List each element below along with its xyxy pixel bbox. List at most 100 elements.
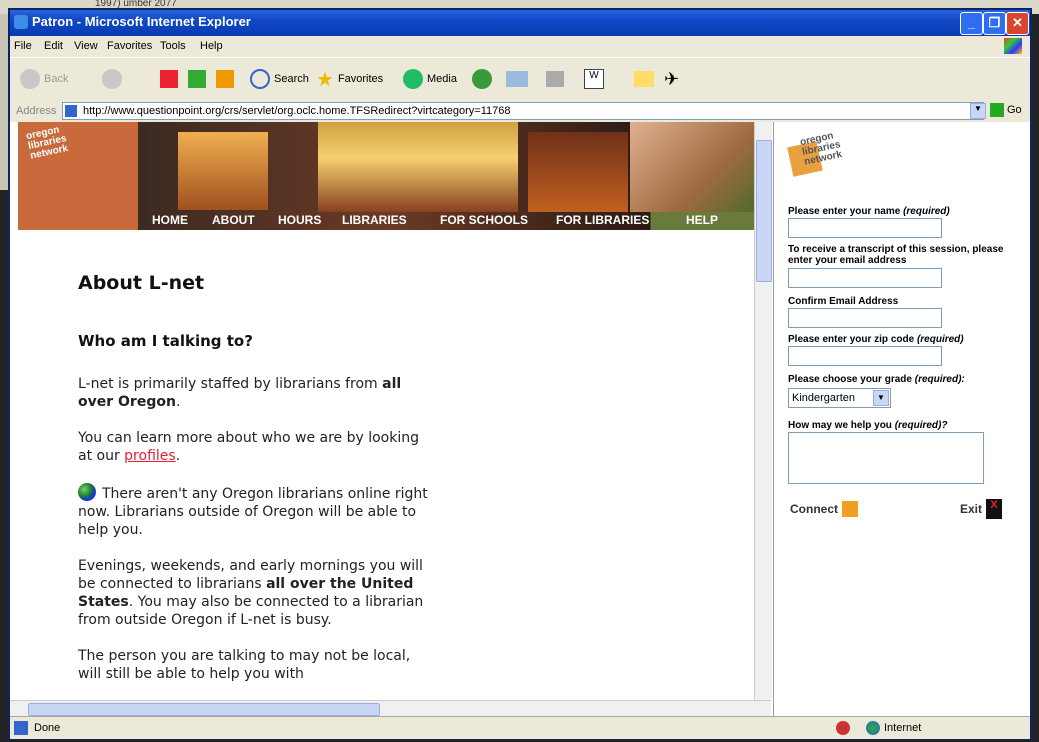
connect-arrow-icon	[842, 501, 858, 517]
profiles-link[interactable]: profiles	[124, 448, 176, 464]
mail-button[interactable]	[506, 68, 528, 90]
stop-icon	[160, 70, 178, 88]
nav-for-schools[interactable]: FOR SCHOOLS	[440, 213, 528, 227]
printer-icon	[546, 71, 564, 87]
banner-image-person	[630, 122, 762, 212]
exit-button[interactable]: Exit X	[960, 498, 1003, 520]
name-label-text: Please enter your name	[788, 206, 901, 217]
nav-about[interactable]: ABOUT	[212, 213, 255, 227]
help-label: How may we help you (required)?	[788, 420, 947, 431]
history-button[interactable]	[472, 68, 492, 90]
page-title: About L-net	[78, 272, 205, 294]
back-arrow-icon	[20, 69, 40, 89]
status-bar: Done Internet	[10, 716, 1030, 739]
search-label: Search	[274, 73, 309, 85]
address-dropdown-button[interactable]: ▼	[970, 103, 986, 119]
paragraph-profiles: You can learn more about who we are by l…	[78, 429, 428, 465]
connect-label: Connect	[790, 502, 838, 516]
grade-select-value: Kindergarten	[792, 392, 855, 404]
chat-form-panel: oregon libraries network Please enter yo…	[773, 122, 1030, 716]
window-title: Patron - Microsoft Internet Explorer	[32, 14, 251, 29]
p1-end: .	[175, 394, 181, 410]
go-button[interactable]: Go	[990, 103, 1022, 117]
search-icon	[250, 69, 270, 89]
name-label: Please enter your name (required)	[788, 206, 950, 217]
address-label: Address	[16, 105, 57, 117]
close-button[interactable]: ✕	[1006, 12, 1029, 35]
name-field[interactable]	[788, 218, 942, 238]
zip-field[interactable]	[788, 346, 942, 366]
messenger-icon: ✈	[664, 68, 680, 89]
back-button[interactable]: Back	[20, 68, 68, 90]
olib-logo: oregon libraries network	[784, 128, 844, 180]
help-textarea[interactable]	[788, 432, 984, 484]
favorites-button[interactable]: ★ Favorites	[316, 68, 384, 91]
email-field[interactable]	[788, 268, 942, 288]
p2-end: .	[175, 448, 181, 464]
home-button[interactable]	[216, 68, 234, 90]
connect-button[interactable]: Connect	[790, 498, 858, 520]
menu-view[interactable]: View	[74, 40, 98, 52]
edit-button[interactable]: W	[584, 68, 604, 90]
exit-label: Exit	[960, 502, 983, 516]
maximize-button[interactable]: ❐	[983, 12, 1006, 35]
help-label-text: How may we help you	[788, 420, 892, 431]
refresh-button[interactable]	[188, 68, 206, 90]
address-input[interactable]: http://www.questionpoint.org/crs/servlet…	[62, 102, 984, 120]
exit-x-icon: X	[986, 499, 1003, 519]
menu-favorites[interactable]: Favorites	[107, 40, 152, 52]
history-icon	[472, 69, 492, 89]
banner-image-library	[318, 122, 518, 212]
browser-content: oregon libraries network HOME ABOUT HOUR…	[10, 122, 1030, 716]
status-text: Done	[34, 722, 61, 734]
grade-required: (required):	[914, 374, 965, 385]
home-icon	[216, 70, 234, 88]
site-nav: HOME ABOUT HOURS LIBRARIES FOR SCHOOLS F…	[142, 210, 762, 230]
site-banner: oregon libraries network HOME ABOUT HOUR…	[18, 122, 762, 230]
address-url: http://www.questionpoint.org/crs/servlet…	[83, 105, 511, 117]
favorites-label: Favorites	[337, 73, 384, 85]
ie-logo-icon	[14, 15, 28, 29]
minimize-button[interactable]: _	[960, 12, 983, 35]
menu-help[interactable]: Help	[200, 40, 223, 52]
word-icon: W	[584, 69, 604, 89]
horizontal-scrollbar[interactable]	[10, 700, 771, 716]
nav-hours[interactable]: HOURS	[278, 213, 321, 227]
p5-text: The person you are talking to may not be…	[78, 648, 411, 682]
print-button[interactable]	[546, 68, 564, 90]
name-required: (required)	[903, 206, 950, 217]
menu-edit[interactable]: Edit	[44, 40, 63, 52]
mail-icon	[506, 71, 528, 87]
chevron-down-icon: ▼	[873, 390, 889, 406]
nav-home[interactable]: HOME	[152, 213, 188, 227]
media-button[interactable]: Media	[403, 68, 457, 90]
menu-file[interactable]: File	[14, 40, 32, 52]
menu-tools[interactable]: Tools	[160, 40, 186, 52]
p3-text: There aren't any Oregon librarians onlin…	[78, 486, 428, 538]
stop-button[interactable]	[160, 68, 178, 90]
banner-logo[interactable]: oregon libraries network	[25, 124, 69, 161]
main-frame: oregon libraries network HOME ABOUT HOUR…	[18, 122, 762, 716]
internet-zone-icon	[866, 721, 880, 735]
confirm-email-field[interactable]	[788, 308, 942, 328]
horizontal-scroll-thumb[interactable]	[28, 703, 380, 716]
page-icon	[65, 105, 77, 117]
search-button[interactable]: Search	[250, 68, 309, 90]
forward-arrow-icon	[102, 69, 122, 89]
folder-button[interactable]	[634, 68, 654, 90]
vertical-scroll-thumb[interactable]	[756, 140, 772, 282]
paragraph-staff: L-net is primarily staffed by librarians…	[78, 375, 428, 411]
go-label: Go	[1007, 104, 1022, 116]
forward-button[interactable]	[102, 68, 122, 90]
security-icon	[836, 721, 850, 735]
zip-label-text: Please enter your zip code	[788, 334, 915, 345]
menu-bar: File Edit View Favorites Tools Help	[10, 36, 1030, 57]
email-label: To receive a transcript of this session,…	[788, 244, 1004, 266]
globe-icon	[78, 483, 96, 501]
nav-help[interactable]: HELP	[686, 213, 718, 227]
grade-select[interactable]: Kindergarten ▼	[788, 388, 891, 408]
nav-libraries[interactable]: LIBRARIES	[342, 213, 407, 227]
nav-for-libraries[interactable]: FOR LIBRARIES	[556, 213, 649, 227]
vertical-scrollbar[interactable]	[754, 122, 772, 700]
messenger-button[interactable]: ✈	[664, 68, 679, 90]
